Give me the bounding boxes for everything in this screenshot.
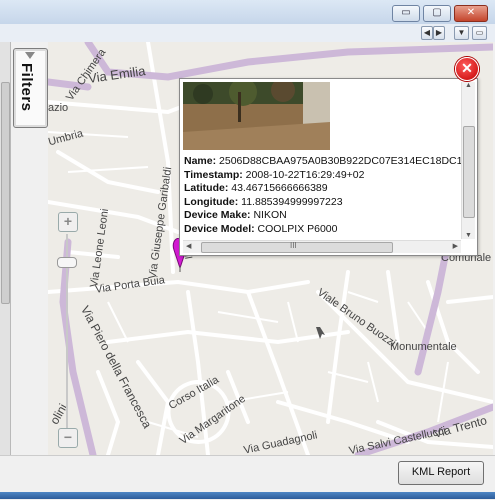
popup-hscroll-thumb[interactable]: III xyxy=(201,241,393,253)
scroll-right-icon[interactable]: ▶ xyxy=(433,26,445,40)
metadata-value: 11.885394999997223 xyxy=(241,195,343,208)
popup-vscroll-thumb[interactable] xyxy=(463,126,475,218)
popup-close-icon[interactable]: ✕ xyxy=(455,57,479,81)
metadata-label: Longitude: xyxy=(184,195,239,208)
scroll-left-icon[interactable]: ◀ xyxy=(421,26,433,40)
metadata-label: Device Make: xyxy=(184,209,251,222)
zoom-out-button[interactable]: − xyxy=(58,428,78,448)
metadata-value: 2506D88CBAA975A0B30B922DC07E314EC18DC1 xyxy=(219,155,462,167)
zoom-slider-knob[interactable] xyxy=(57,257,77,268)
scroll-grip-icon: III xyxy=(290,241,297,250)
street-label: Monumentale xyxy=(390,341,457,353)
metadata-row: Device Model: COOLPIX P6000 xyxy=(184,223,462,237)
popup-vertical-scrollbar[interactable]: ▲ ▼ xyxy=(461,82,475,239)
restore-pane-icon[interactable]: ▭ xyxy=(472,26,487,40)
left-scroll-thumb[interactable] xyxy=(1,82,10,304)
kml-report-button[interactable]: KML Report xyxy=(398,461,484,485)
metadata-value: COOLPIX P6000 xyxy=(257,222,338,235)
metadata-row: Device Make: NIKON xyxy=(184,209,462,223)
close-button[interactable]: ✕ xyxy=(454,5,488,22)
secondary-toolbar: ◀ ▶ ▼ ▭ xyxy=(0,24,495,42)
street-label: azio xyxy=(48,102,69,114)
scroll-right-icon[interactable]: ▶ xyxy=(453,242,458,250)
left-scrollbar[interactable] xyxy=(0,42,11,455)
metadata-label: Latitude: xyxy=(184,182,229,195)
maximize-button[interactable]: ▢ xyxy=(423,5,451,22)
metadata-row: Longitude: 11.885394999997223 xyxy=(184,196,462,210)
metadata-value: 43.46715666666389 xyxy=(231,182,328,195)
scroll-up-icon[interactable]: ▲ xyxy=(465,82,472,89)
dropdown-icon[interactable]: ▼ xyxy=(454,26,469,40)
title-bar: ▭ ▢ ✕ xyxy=(0,0,495,24)
metadata-label: Device Model: xyxy=(184,222,255,235)
photo-thumbnail xyxy=(183,82,330,150)
metadata-row: Name: 2506D88CBAA975A0B30B922DC07E314EC1… xyxy=(184,155,462,169)
popup-horizontal-scrollbar[interactable]: ◀ III ▶ xyxy=(183,240,461,253)
funnel-icon xyxy=(25,52,35,59)
metadata-row: Timestamp: 2008-10-22T16:29:49+02 xyxy=(184,169,462,183)
scroll-down-icon[interactable]: ▼ xyxy=(465,232,472,239)
filters-tab[interactable]: Filters xyxy=(13,48,48,128)
filters-label: Filters xyxy=(18,63,35,112)
scroll-left-icon[interactable]: ◀ xyxy=(186,242,191,250)
metadata-value: 2008-10-22T16:29:49+02 xyxy=(245,168,365,181)
metadata-row: Latitude: 43.46715666666389 xyxy=(184,182,462,196)
map-zoom-control: + − xyxy=(56,212,80,452)
photo-metadata: Name: 2506D88CBAA975A0B30B922DC07E314EC1… xyxy=(184,155,462,239)
photo-info-popup: Name: 2506D88CBAA975A0B30B922DC07E314EC1… xyxy=(179,78,478,256)
metadata-label: Timestamp: xyxy=(184,168,243,181)
metadata-label: Name: xyxy=(184,155,217,167)
metadata-value: NIKON xyxy=(253,209,287,222)
minimize-button[interactable]: ▭ xyxy=(392,5,420,22)
zoom-in-button[interactable]: + xyxy=(58,212,78,232)
window-bottom-edge xyxy=(0,492,495,499)
